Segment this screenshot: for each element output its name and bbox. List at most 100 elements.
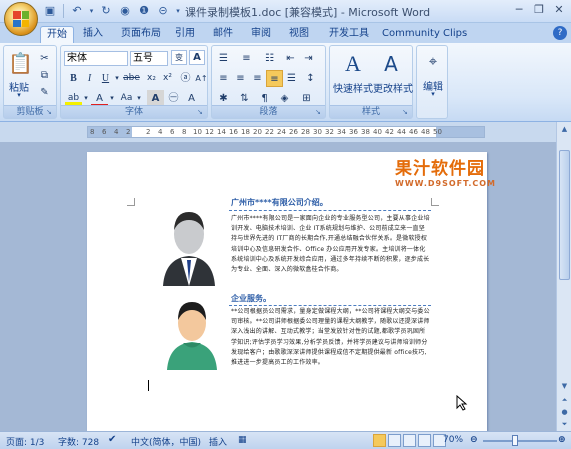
editing-icon[interactable]: ⌖ — [423, 50, 443, 72]
distributed-icon[interactable]: ☰ — [283, 70, 300, 87]
ruler-tick: 36 — [349, 128, 358, 136]
tab-review[interactable]: 审阅 — [248, 26, 274, 43]
decrease-indent-icon[interactable]: ⇤ — [282, 50, 299, 67]
view-full-screen-icon[interactable] — [388, 434, 401, 447]
quick-styles-icon[interactable]: A — [338, 50, 368, 78]
font-size-box[interactable]: 五号 — [130, 51, 168, 66]
grow-font-icon[interactable]: A↑ — [193, 70, 210, 87]
next-page-icon[interactable]: ⏷ — [558, 418, 571, 430]
status-insert-mode[interactable]: 插入 — [209, 435, 227, 448]
tab-developer[interactable]: 开发工具 — [326, 26, 372, 43]
multilevel-list-icon[interactable]: ☷ — [261, 50, 278, 67]
font-launcher-icon[interactable]: ↘ — [197, 108, 205, 116]
scroll-down-icon[interactable]: ▼ — [558, 380, 571, 392]
format-painter-icon[interactable]: ✎ — [36, 84, 53, 101]
underline-dropdown-icon[interactable]: ▾ — [113, 70, 121, 87]
previous-page-icon[interactable]: ⏶ — [558, 394, 571, 406]
group-paragraph: ☰ ≡ ☷ ⇤ ⇥ ≡ ≡ ≡ ≡ ☰ ↕ ✱ ⇅ ¶ ◈ ⊞ 段落 ↘ — [211, 45, 326, 119]
undo-icon[interactable]: ↶ — [69, 3, 85, 19]
tab-mailings[interactable]: 邮件 — [210, 26, 236, 43]
align-right-icon[interactable]: ≡ — [249, 70, 266, 87]
status-page[interactable]: 页面: 1/3 — [6, 435, 44, 448]
macro-record-icon[interactable]: ▦ — [238, 435, 247, 445]
restore-icon[interactable]: ❐ — [530, 2, 548, 19]
status-language[interactable]: 中文(简体，中国) — [131, 435, 201, 448]
quick-styles-label[interactable]: 快速样式 — [332, 80, 374, 95]
horizontal-ruler[interactable]: 8 6 4 2 2 4 6 8 10 12 14 16 18 20 22 24 … — [87, 126, 485, 138]
subscript-icon[interactable]: x₂ — [143, 70, 160, 87]
view-outline-icon[interactable] — [418, 434, 431, 447]
ruler-tick: 38 — [361, 128, 370, 136]
font-name-box[interactable]: 宋体 — [64, 51, 128, 66]
ruler-area: 8 6 4 2 2 4 6 8 10 12 14 16 18 20 22 24 … — [0, 122, 571, 142]
undo-dropdown-icon[interactable]: ▾ — [88, 3, 95, 19]
document-page[interactable]: 广州市****有限公司介绍。 广州市****有限公司是一家面向企业的专业服务型公… — [87, 152, 487, 431]
increase-indent-icon[interactable]: ⇥ — [300, 50, 317, 67]
font-name-value: 宋体 — [67, 53, 87, 64]
ruler-tick: 20 — [253, 128, 262, 136]
editing-dropdown-icon[interactable]: ▾ — [419, 90, 447, 98]
phonetic-guide-icon[interactable]: 变 — [171, 50, 187, 65]
align-center-icon[interactable]: ≡ — [232, 70, 249, 87]
tab-home[interactable]: 开始 — [40, 26, 74, 43]
scroll-up-icon[interactable]: ▲ — [558, 123, 571, 135]
change-styles-label[interactable]: 更改样式 — [372, 80, 414, 95]
cut-icon[interactable]: ✂ — [36, 50, 53, 67]
ruler-tick: 32 — [325, 128, 334, 136]
tab-view[interactable]: 视图 — [286, 26, 312, 43]
underline-icon[interactable]: U — [97, 70, 114, 87]
numbering-icon[interactable]: ≡ — [238, 50, 255, 67]
office-button[interactable] — [4, 2, 38, 36]
zoom-out-icon[interactable]: ⊖ — [470, 435, 478, 445]
scroll-thumb[interactable] — [559, 150, 570, 280]
clipboard-launcher-icon[interactable]: ↘ — [46, 108, 54, 116]
tab-references[interactable]: 引用 — [172, 26, 198, 43]
ruler-tick: 34 — [337, 128, 346, 136]
bullets-icon[interactable]: ☰ — [215, 50, 232, 67]
window-title: 课件录制模板1.doc [兼容模式] - Microsoft Word — [185, 6, 431, 19]
close-icon[interactable]: ✕ — [550, 2, 568, 19]
qat-separator — [63, 4, 64, 18]
tab-insert[interactable]: 插入 — [78, 26, 108, 43]
clear-formatting-icon[interactable]: ⓐ — [177, 70, 194, 87]
vertical-scrollbar[interactable]: ▲ ▼ ⏶ ● ⏷ — [556, 122, 571, 431]
title-bar: ▣ ↶ ▾ ↻ ◉ ❶ ⊝ ▾ 课件录制模板1.doc [兼容模式] - Mic… — [0, 0, 571, 23]
justify-icon[interactable]: ≡ — [266, 70, 283, 87]
tab-page-layout[interactable]: 页面布局 — [118, 26, 164, 43]
line-spacing-icon[interactable]: ↕ — [302, 70, 319, 87]
spelling-check-icon[interactable]: ✔ — [108, 434, 116, 445]
styles-launcher-icon[interactable]: ↘ — [402, 108, 410, 116]
ruler-tick: 14 — [217, 128, 226, 136]
zoom-slider-thumb[interactable] — [512, 435, 518, 446]
view-web-layout-icon[interactable] — [403, 434, 416, 447]
align-left-icon[interactable]: ≡ — [215, 70, 232, 87]
qat-dropdown-icon[interactable]: ▾ — [174, 3, 182, 19]
status-word-count[interactable]: 字数: 728 — [58, 435, 99, 448]
character-border-icon[interactable]: A — [189, 50, 205, 65]
zoom-slider[interactable] — [483, 440, 557, 442]
circle-icon[interactable]: ◉ — [117, 3, 133, 19]
paste-dropdown-icon[interactable]: ▾ — [12, 91, 26, 99]
tab-community-clips[interactable]: Community Clips — [382, 26, 467, 43]
bold-icon[interactable]: B — [65, 70, 82, 87]
ruler-tick: 48 — [421, 128, 430, 136]
group-font: 宋体 五号 变 A B I U ▾ abe x₂ x² ⓐ A↑ ab ▾ A … — [60, 45, 208, 119]
superscript-icon[interactable]: x² — [159, 70, 176, 87]
paste-icon[interactable]: 📋 — [8, 50, 33, 76]
minimize-icon[interactable]: ─ — [510, 2, 528, 19]
paragraph-launcher-icon[interactable]: ↘ — [315, 108, 323, 116]
change-styles-icon[interactable]: A — [376, 50, 406, 78]
redo-icon[interactable]: ↻ — [98, 3, 114, 19]
zoom-in-icon[interactable]: ⊕ — [558, 435, 566, 445]
copy-icon[interactable]: ⧉ — [36, 67, 53, 84]
info-icon[interactable]: ❶ — [136, 3, 152, 19]
help-icon[interactable]: ? — [553, 26, 567, 40]
zoom-level[interactable]: 70% — [443, 435, 463, 445]
select-browse-object-icon[interactable]: ● — [558, 406, 571, 418]
view-print-layout-icon[interactable] — [373, 434, 386, 447]
italic-icon[interactable]: I — [81, 70, 98, 87]
save-icon[interactable]: ▣ — [42, 3, 58, 19]
ruler-right-margin — [436, 127, 484, 137]
customize-icon[interactable]: ⊝ — [155, 3, 171, 19]
strikethrough-icon[interactable]: abe — [123, 70, 140, 87]
